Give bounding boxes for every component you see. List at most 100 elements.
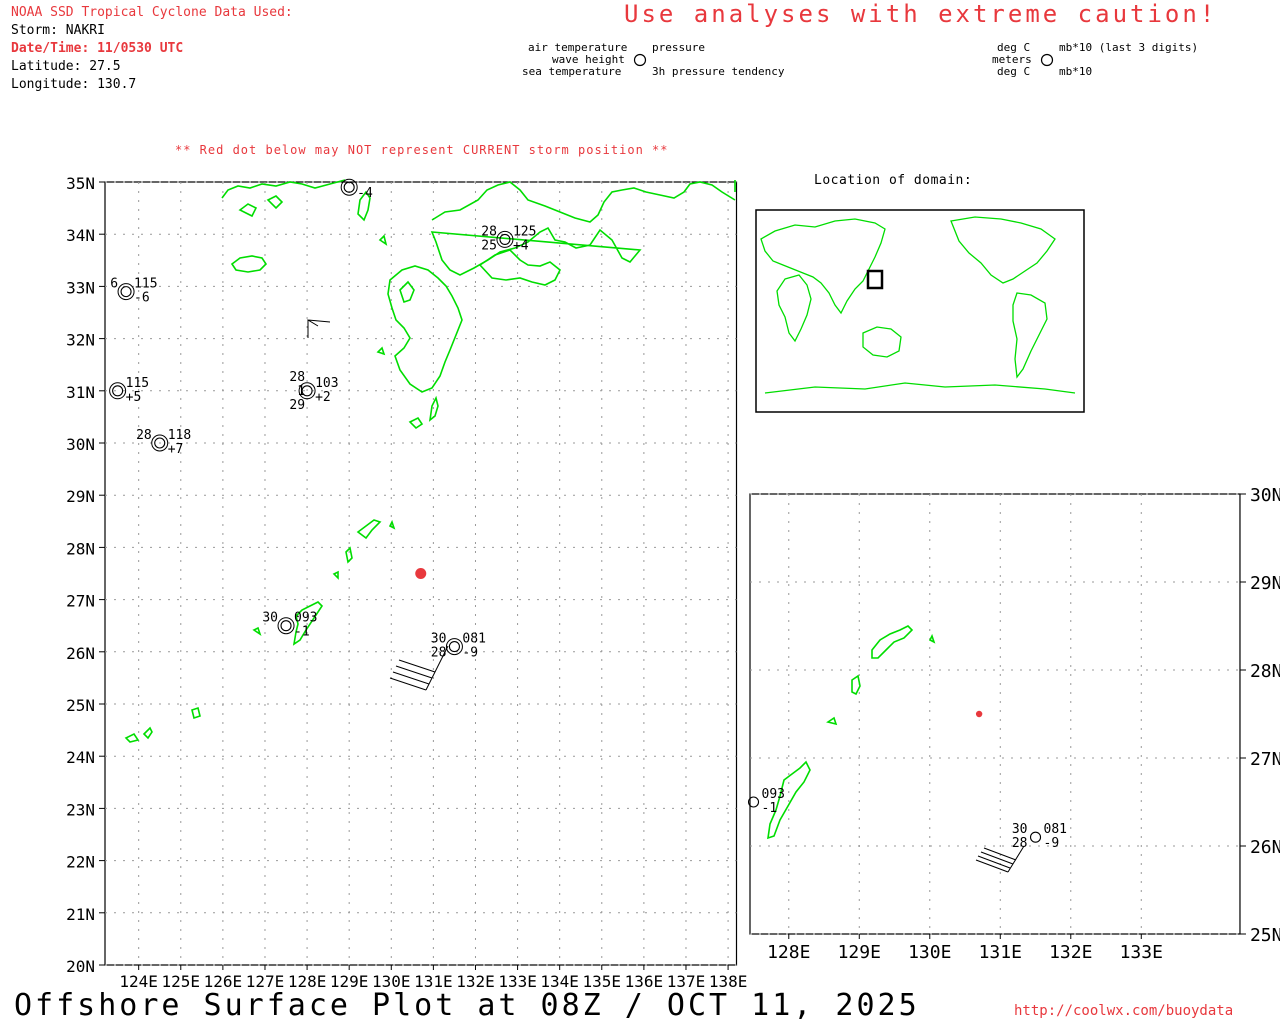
land-amami [356,519,382,540]
main-lat-label: 33N [66,278,95,297]
land-yakushima [408,416,424,430]
legend-sea-temp: sea temperature [522,65,622,78]
legend-unit-circle-icon [1040,53,1054,67]
station-value: -6 [134,291,150,306]
legend-unit-deg-c-sea: deg C [997,65,1031,78]
storm-position-marker [975,710,983,718]
station-circle-icon [1029,831,1042,843]
main-lat-label: 21N [66,905,95,924]
land-shikoku [478,249,562,286]
station-circle-icon [448,641,460,653]
main-lat-label: 22N [66,853,95,872]
station-circle-icon [120,286,132,298]
inset-lat-label: 28N [1250,661,1280,682]
main-map-axes: 35N 34N 33N 32N 31N 30N 29N 28N 27N 26N 25N 24N 23N 2… [66,174,747,990]
legend-pressure-tendency: 3h pressure tendency [652,65,785,78]
main-lat-label: 35N [66,174,95,193]
main-lat-label: 25N [66,696,95,715]
land-tokunoshima-inset [851,674,861,696]
main-lat-label: 29N [66,487,95,506]
land-kyushu [387,265,463,393]
station-value: 093 [294,611,317,626]
plot-title: Offshore Surface Plot at 08Z / OCT 11, 2… [14,988,920,1023]
station-value: +4 [513,238,529,253]
main-lat-label: 26N [66,644,95,663]
storm-position-note: ** Red dot below may NOT represent CURRE… [175,143,669,157]
storm-longitude: Longitude: 130.7 [11,77,137,92]
station-value: 081 [1044,822,1067,837]
storm-datetime: Date/Time: 11/0530 UTC [11,41,184,56]
land-amami-inset [871,625,914,659]
land-tanegashima [428,395,439,422]
land-kyushu-inner [399,280,415,304]
station-value: 28 [1012,836,1028,851]
inset-lon-label: 128E [767,942,810,963]
land-island-b [376,346,386,356]
inset-lat-label: 27N [1250,749,1280,770]
land-ishigaki [142,726,153,740]
land-honshu [430,180,736,276]
land-miyako [191,706,201,720]
station-value: -1 [294,625,310,640]
station-outer-circle-icon [445,638,463,656]
legend-pressure: pressure [652,41,705,54]
station-marker[interactable]: 115+5 [109,376,149,405]
main-lat-label: 28N [66,539,95,558]
main-map-storm [415,568,427,579]
land-jeju [230,255,268,273]
main-map-stations: -4 28 125 25 +4 6 115-6 28 103 1 +2 29 115+5 28 118+7 3… [109,178,536,661]
domain-label: Location of domain: [814,173,973,188]
wind-barb-icon [307,319,331,338]
land-korea-coast [221,179,346,218]
station-value: 29 [289,398,305,413]
inset-lon-label: 132E [1049,942,1092,963]
station-value: +7 [168,442,184,457]
station-value: 25 [481,238,497,253]
storm-latitude: Latitude: 27.5 [11,59,121,74]
land-tokunoshima [345,546,353,564]
main-lat-label: 31N [66,383,95,402]
station-value: 1 [297,384,305,399]
station-value: 28 [289,370,305,385]
legend-unit-mb-3digit: mb*10 (last 3 digits) [1059,41,1199,54]
station-marker[interactable]: 28 118+7 [136,428,191,457]
land-iriomote [124,732,140,743]
land-okinoerabu [332,570,339,580]
station-value: 28 [481,224,497,239]
station-marker[interactable]: 30 093-1 [262,611,317,640]
station-value: -4 [357,186,373,201]
main-lat-label: 24N [66,748,95,767]
station-circle-icon [499,233,511,245]
station-outer-circle-icon [277,617,295,635]
inset-lon-label: 131E [979,942,1022,963]
station-marker[interactable]: 6 115-6 [110,277,157,306]
station-circle-icon [280,620,292,632]
inset-map-storm [975,710,983,718]
inset-lat-label: 30N [1250,485,1280,506]
main-lat-label: 34N [66,226,95,245]
land-island-c [388,519,396,530]
main-lat-label: 20N [66,957,95,976]
inset-map-stations: 093-1 30 081 28 -9 [747,787,1067,851]
station-marker[interactable]: 093-1 [747,787,785,816]
inset-map-land [767,625,936,840]
station-value: -9 [1044,836,1060,851]
station-value: 081 [462,632,485,647]
station-value: 125 [513,224,536,239]
station-outer-circle-icon [117,283,135,301]
station-marker[interactable]: 30 08128 -9 [1012,822,1067,851]
inset-map-axes: 30N 29N 28N 27N 26N 25N 128E 129E 130E 131E 132E 13… [767,485,1280,963]
main-map[interactable]: -4 28 125 25 +4 6 115-6 28 103 1 +2 29 115+5 28 118+7 3… [0,170,760,990]
caution-warning: Use analyses with extreme caution! [624,0,1218,28]
station-value: 103 [315,376,338,391]
station-value: -1 [762,801,778,816]
inset-map[interactable]: 093-1 30 081 28 -9 30N 29N 28N 27N 26N 25N 128E 129… [740,480,1280,980]
main-lat-label: 27N [66,592,95,611]
source-url[interactable]: http://coolwx.com/buoydata [1014,1003,1233,1019]
inset-frame [749,493,1241,935]
legend-station-circle-icon [633,53,647,67]
station-value: +2 [315,390,331,405]
station-value: 28 [136,428,152,443]
station-marker[interactable]: 30 08128 -9 [431,632,486,661]
legend-unit-mb: mb*10 [1059,65,1093,78]
